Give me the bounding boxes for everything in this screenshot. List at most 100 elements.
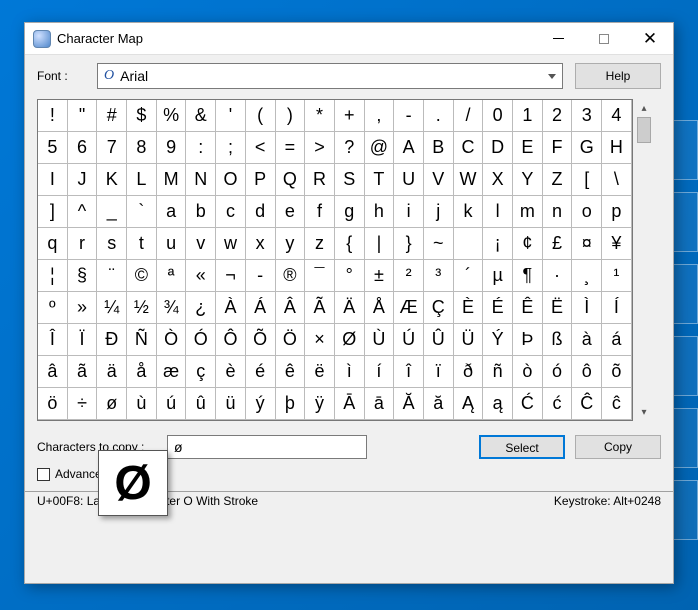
char-cell[interactable]: Ì (572, 292, 602, 324)
char-cell[interactable]: I (38, 164, 68, 196)
char-cell[interactable]: $ (127, 100, 157, 132)
char-cell[interactable]: Ê (513, 292, 543, 324)
char-cell[interactable]: - (394, 100, 424, 132)
char-cell[interactable]: ) (276, 100, 306, 132)
char-cell[interactable]: 6 (68, 132, 98, 164)
char-cell[interactable]: Ĉ (572, 388, 602, 420)
char-cell[interactable]: c (216, 196, 246, 228)
char-cell[interactable]: ½ (127, 292, 157, 324)
char-cell[interactable]: Æ (394, 292, 424, 324)
char-cell[interactable]: ï (424, 356, 454, 388)
char-cell[interactable]: À (216, 292, 246, 324)
char-cell[interactable]: , (365, 100, 395, 132)
char-cell[interactable]: Ô (216, 324, 246, 356)
char-cell[interactable]: 3 (572, 100, 602, 132)
char-cell[interactable]: g (335, 196, 365, 228)
char-cell[interactable]: X (483, 164, 513, 196)
char-cell[interactable]: õ (602, 356, 632, 388)
char-cell[interactable]: ¦ (38, 260, 68, 292)
char-cell[interactable]: ë (305, 356, 335, 388)
char-cell[interactable]: 4 (602, 100, 632, 132)
char-cell[interactable]: d (246, 196, 276, 228)
char-cell[interactable]: Û (424, 324, 454, 356)
char-cell[interactable]: z (305, 228, 335, 260)
char-cell[interactable]: Þ (513, 324, 543, 356)
char-cell[interactable]: º (38, 292, 68, 324)
char-cell[interactable]: o (572, 196, 602, 228)
char-cell[interactable]: Y (513, 164, 543, 196)
char-cell[interactable]: ð (454, 356, 484, 388)
char-cell[interactable]: ć (543, 388, 573, 420)
char-cell[interactable]: b (186, 196, 216, 228)
char-cell[interactable]: Ą (454, 388, 484, 420)
char-cell[interactable]: ó (543, 356, 573, 388)
char-cell[interactable]: È (454, 292, 484, 324)
char-cell[interactable]: J (68, 164, 98, 196)
char-cell[interactable]: ø (97, 388, 127, 420)
scroll-thumb[interactable] (637, 117, 651, 143)
char-cell[interactable]: Ð (97, 324, 127, 356)
char-cell[interactable]: 1 (513, 100, 543, 132)
char-cell[interactable]: } (394, 228, 424, 260)
char-cell[interactable]: è (216, 356, 246, 388)
char-cell[interactable]: Á (246, 292, 276, 324)
char-cell[interactable]: n (543, 196, 573, 228)
select-button[interactable]: Select (479, 435, 565, 459)
char-cell[interactable]: ¸ (572, 260, 602, 292)
scrollbar[interactable]: ▴ ▾ (635, 99, 653, 421)
char-cell[interactable]: ª (157, 260, 187, 292)
char-cell[interactable] (454, 228, 484, 260)
char-cell[interactable]: Î (38, 324, 68, 356)
char-cell[interactable]: Ï (68, 324, 98, 356)
char-cell[interactable]: à (572, 324, 602, 356)
char-cell[interactable]: # (97, 100, 127, 132)
char-cell[interactable]: ç (186, 356, 216, 388)
char-cell[interactable]: ³ (424, 260, 454, 292)
char-cell[interactable]: \ (602, 164, 632, 196)
char-cell[interactable]: V (424, 164, 454, 196)
char-cell[interactable]: G (572, 132, 602, 164)
char-cell[interactable]: Ć (513, 388, 543, 420)
char-cell[interactable]: Â (276, 292, 306, 324)
close-button[interactable]: ✕ (627, 23, 673, 55)
char-cell[interactable]: ñ (483, 356, 513, 388)
char-cell[interactable]: ´ (454, 260, 484, 292)
char-cell[interactable]: » (68, 292, 98, 324)
char-cell[interactable]: q (38, 228, 68, 260)
char-cell[interactable]: P (246, 164, 276, 196)
char-cell[interactable]: T (365, 164, 395, 196)
char-cell[interactable]: 5 (38, 132, 68, 164)
char-cell[interactable]: " (68, 100, 98, 132)
char-cell[interactable]: ą (483, 388, 513, 420)
char-cell[interactable]: ¡ (483, 228, 513, 260)
char-cell[interactable]: _ (97, 196, 127, 228)
char-cell[interactable]: S (335, 164, 365, 196)
char-cell[interactable]: Ă (394, 388, 424, 420)
char-cell[interactable]: % (157, 100, 187, 132)
char-cell[interactable]: ì (335, 356, 365, 388)
char-cell[interactable]: Ü (454, 324, 484, 356)
char-cell[interactable]: R (305, 164, 335, 196)
char-cell[interactable]: ¼ (97, 292, 127, 324)
char-cell[interactable]: § (68, 260, 98, 292)
char-cell[interactable]: . (424, 100, 454, 132)
char-cell[interactable]: ü (216, 388, 246, 420)
char-cell[interactable]: Ó (186, 324, 216, 356)
char-cell[interactable]: þ (276, 388, 306, 420)
char-cell[interactable]: e (276, 196, 306, 228)
char-cell[interactable]: = (276, 132, 306, 164)
char-cell[interactable]: ĉ (602, 388, 632, 420)
char-cell[interactable]: ] (38, 196, 68, 228)
char-cell[interactable]: f (305, 196, 335, 228)
help-button[interactable]: Help (575, 63, 661, 89)
char-cell[interactable]: Å (365, 292, 395, 324)
char-cell[interactable]: 0 (483, 100, 513, 132)
char-cell[interactable]: â (38, 356, 68, 388)
char-cell[interactable]: ù (127, 388, 157, 420)
char-cell[interactable]: M (157, 164, 187, 196)
char-cell[interactable]: ÷ (68, 388, 98, 420)
char-cell[interactable]: ú (157, 388, 187, 420)
char-cell[interactable]: * (305, 100, 335, 132)
char-cell[interactable]: w (216, 228, 246, 260)
char-cell[interactable]: y (276, 228, 306, 260)
